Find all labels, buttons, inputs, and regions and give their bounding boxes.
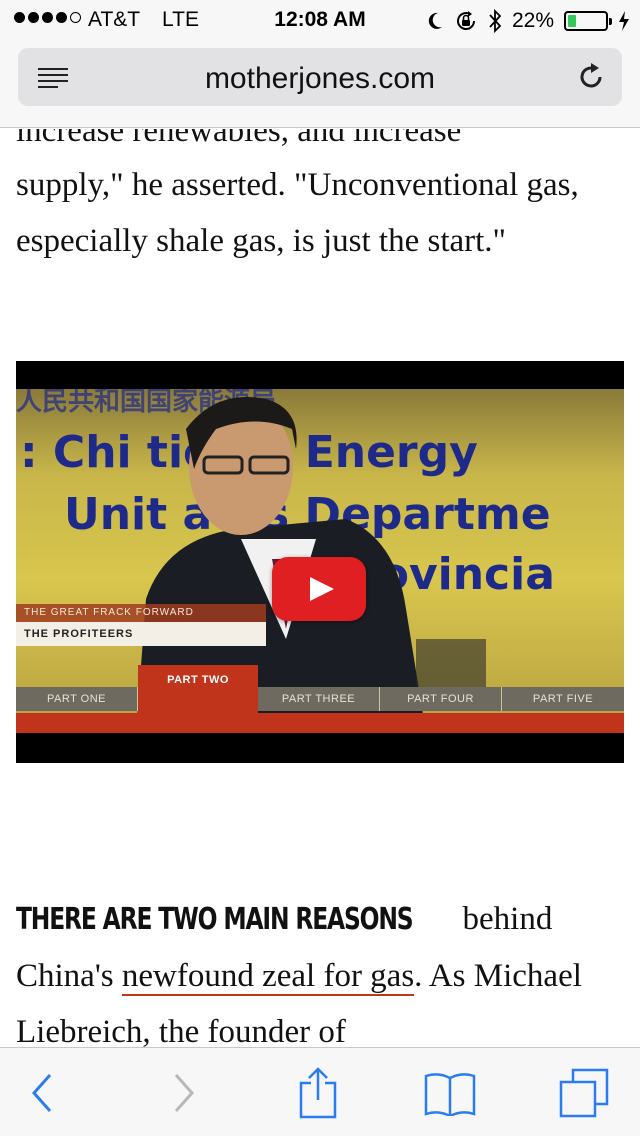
browser-toolbar bbox=[0, 1047, 640, 1136]
forward-button[interactable] bbox=[156, 1068, 212, 1118]
back-icon[interactable] bbox=[30, 1073, 54, 1113]
forward-icon[interactable] bbox=[172, 1073, 196, 1113]
battery-level-fill bbox=[568, 15, 576, 27]
tabs-icon[interactable] bbox=[559, 1068, 609, 1118]
reload-icon[interactable] bbox=[576, 62, 606, 92]
video-series-title: THE GREAT FRACK FORWARD bbox=[16, 604, 266, 622]
article-content: increase renewables, and increase supply… bbox=[0, 129, 640, 1047]
status-indicators: 22% bbox=[426, 6, 630, 36]
battery-icon bbox=[564, 11, 612, 31]
charging-bolt-icon bbox=[619, 11, 629, 31]
rotation-lock-icon bbox=[456, 11, 475, 30]
video-part-tab: PART THREE bbox=[258, 687, 380, 711]
video-part-tab: PART FOUR bbox=[380, 687, 502, 711]
url-text[interactable]: motherjones.com bbox=[18, 62, 622, 96]
bookmarks-button[interactable] bbox=[422, 1068, 478, 1118]
moon-icon bbox=[428, 12, 442, 29]
article-link[interactable]: newfound zeal for gas bbox=[121, 958, 415, 996]
article-paragraph: supply," he asserted. "Unconventional ga… bbox=[16, 167, 579, 259]
video-part-tab-active: PART TWO bbox=[138, 665, 258, 715]
youtube-play-icon[interactable] bbox=[272, 557, 366, 621]
video-part-tab: PART FIVE bbox=[532, 693, 594, 705]
article-text-cutoff: increase renewables, and increase bbox=[16, 129, 462, 149]
paragraph-lead-in: THERE ARE TWO MAIN REASONS bbox=[16, 902, 414, 937]
video-part-tab: PART ONE bbox=[16, 687, 138, 711]
bookmarks-icon[interactable] bbox=[424, 1070, 476, 1116]
tabs-button[interactable] bbox=[556, 1068, 612, 1118]
article-paragraph: THERE ARE TWO MAIN REASONS behind China'… bbox=[16, 891, 628, 1047]
battery-percent: 22% bbox=[511, 9, 554, 32]
video-thumbnail[interactable]: 人民共和国国家能源局 : Chi tional Energy Unit ates… bbox=[16, 389, 624, 733]
share-icon[interactable] bbox=[298, 1067, 338, 1119]
embedded-video[interactable]: 人民共和国国家能源局 : Chi tional Energy Unit ates… bbox=[16, 361, 624, 763]
address-bar[interactable]: motherjones.com bbox=[18, 48, 622, 106]
browser-top-bar: motherjones.com bbox=[0, 40, 640, 128]
video-episode-title: THE PROFITEERS bbox=[16, 622, 266, 646]
share-button[interactable] bbox=[290, 1067, 346, 1119]
bluetooth-icon bbox=[489, 8, 502, 34]
video-parts-bar: PART ONE PART TWO PART THREE PART FOUR P… bbox=[16, 651, 624, 733]
status-bar: AT&T LTE 12:08 AM 22% bbox=[0, 0, 640, 40]
back-button[interactable] bbox=[14, 1068, 70, 1118]
